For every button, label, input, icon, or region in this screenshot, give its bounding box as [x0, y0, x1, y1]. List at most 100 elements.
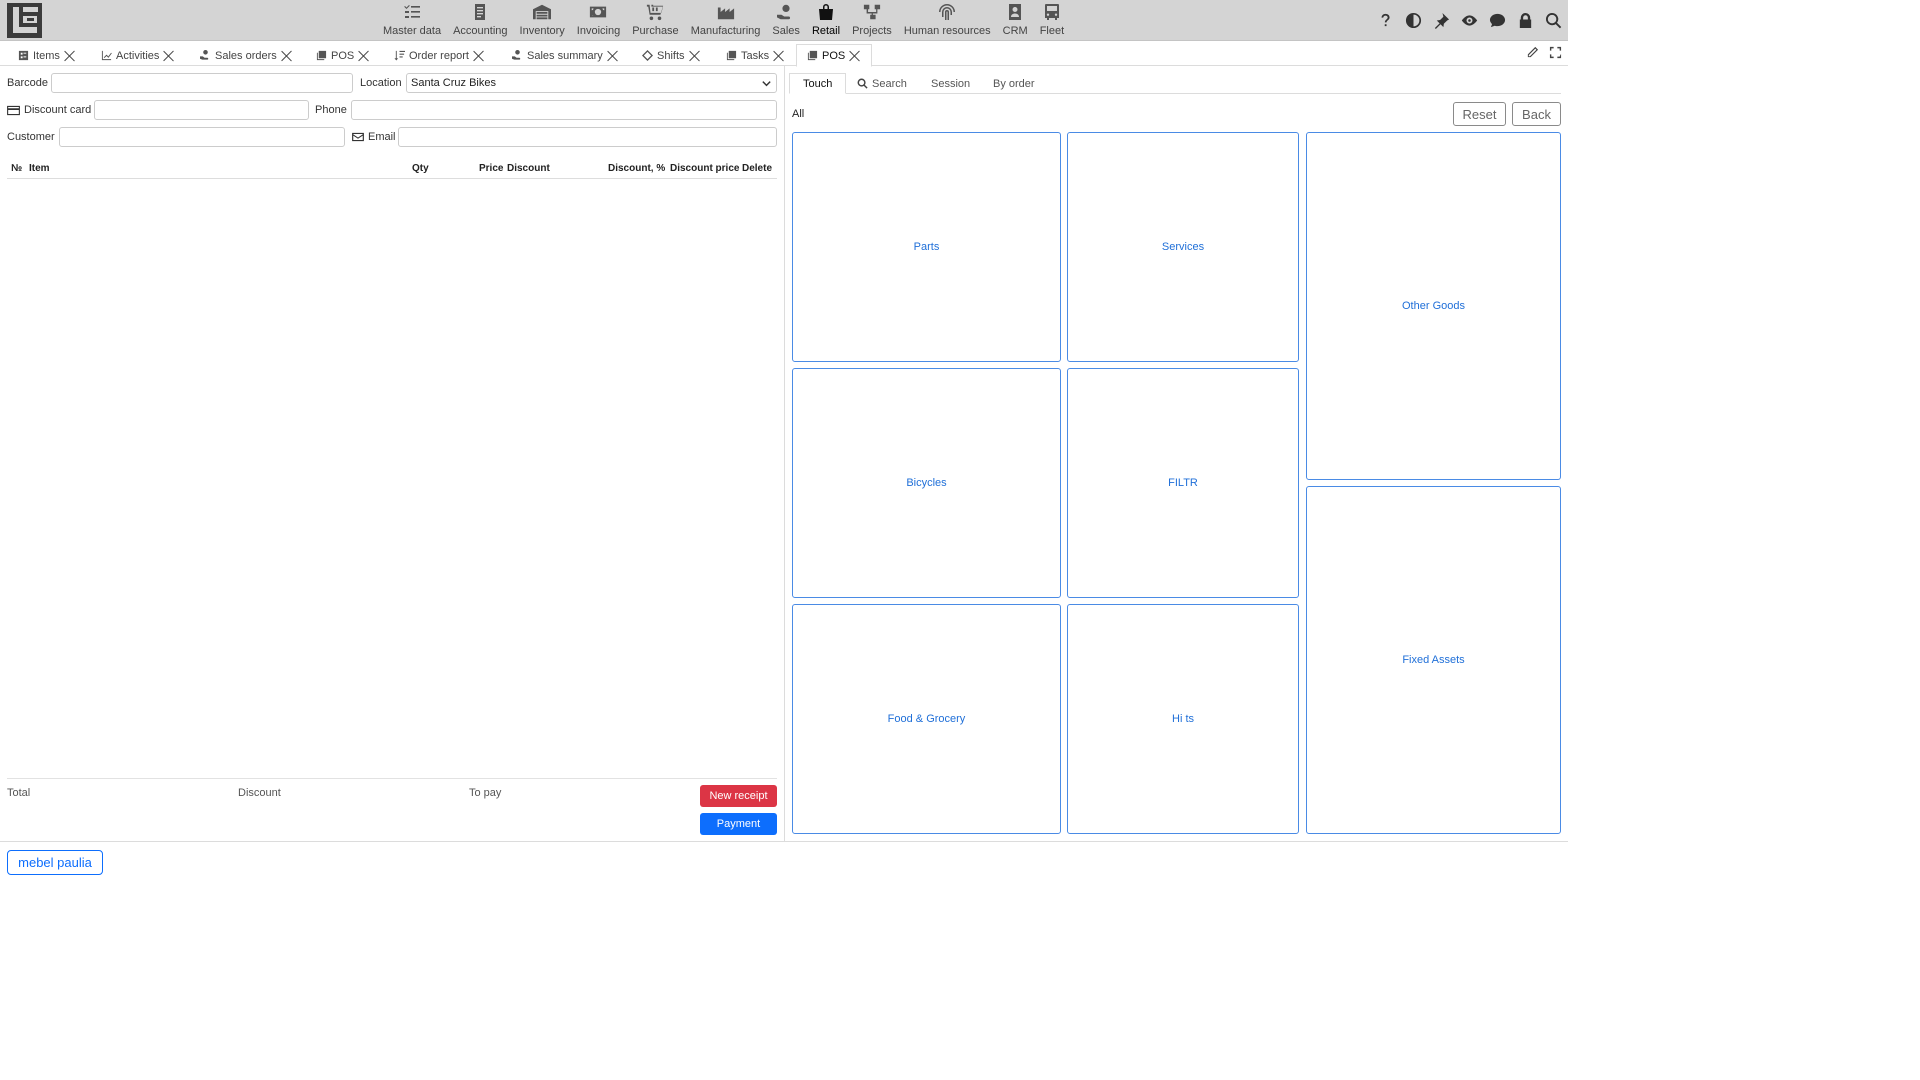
category-tile-filtr[interactable]: FILTR	[1067, 368, 1299, 598]
nav-label: Accounting	[453, 25, 508, 37]
items-icon	[18, 50, 29, 61]
copy-icon	[726, 50, 737, 61]
nav-accounting[interactable]: Accounting	[447, 0, 513, 41]
close-icon[interactable]	[607, 50, 619, 62]
close-icon[interactable]	[64, 50, 76, 62]
category-tile-fixed-assets[interactable]: Fixed Assets	[1306, 486, 1561, 834]
col-price: Price	[479, 163, 504, 174]
new-receipt-button[interactable]: New receipt	[700, 785, 777, 807]
category-tile-food-grocery[interactable]: Food & Grocery	[792, 604, 1061, 834]
close-icon[interactable]	[849, 50, 861, 62]
tab-touch[interactable]: Touch	[789, 73, 847, 94]
header-tools	[1376, 10, 1562, 30]
back-button[interactable]: Back	[1512, 102, 1561, 126]
tab-pos[interactable]: POS	[316, 45, 370, 66]
location-value: Santa Cruz Bikes	[411, 77, 496, 89]
lock-icon[interactable]	[1516, 10, 1534, 30]
user-button[interactable]: mebel paulia	[7, 850, 103, 875]
nav-label: Retail	[811, 25, 841, 37]
ledger-icon	[475, 4, 486, 20]
factory-icon	[717, 7, 734, 20]
tab-items[interactable]: Items	[18, 45, 76, 66]
help-icon[interactable]	[1376, 10, 1394, 30]
col-discount-percent: Discount, %	[608, 163, 666, 174]
nav-master-data[interactable]: Master data	[377, 0, 447, 41]
category-tile-parts[interactable]: Parts	[792, 132, 1061, 362]
discount-card-label: Discount card	[24, 104, 92, 116]
search-icon[interactable]	[1544, 10, 1562, 30]
col-delete: Delete	[742, 163, 773, 174]
discount-card-input[interactable]	[94, 100, 309, 120]
category-tile-services[interactable]: Services	[1067, 132, 1299, 362]
nav-inventory[interactable]: Inventory	[514, 0, 571, 41]
category-tile-other-goods[interactable]: Other Goods	[1306, 132, 1561, 480]
copy-icon	[316, 50, 327, 61]
reset-button[interactable]: Reset	[1453, 102, 1506, 126]
tab-tasks[interactable]: Tasks	[726, 45, 785, 66]
nav-human-resources[interactable]: Human resources	[898, 0, 997, 41]
contact-card-icon	[1009, 4, 1022, 20]
tab-activities[interactable]: Activities	[101, 45, 175, 66]
divider	[0, 841, 1568, 842]
nav-retail[interactable]: Retail	[806, 0, 846, 41]
location-select[interactable]: Santa Cruz Bikes	[406, 73, 777, 93]
module-nav: Master data Accounting Inventory Invoici…	[377, 0, 1070, 41]
tab-by-order[interactable]: By order	[993, 73, 1035, 94]
tab-shifts[interactable]: Shifts	[642, 45, 701, 66]
email-input[interactable]	[398, 127, 777, 147]
envelope-icon	[352, 132, 364, 142]
payment-button[interactable]: Payment	[700, 813, 777, 835]
breadcrumb[interactable]: All	[792, 108, 804, 120]
tab-label: Activities	[116, 49, 160, 62]
barcode-input[interactable]	[51, 73, 353, 93]
nav-fleet[interactable]: Fleet	[1034, 0, 1070, 41]
app-logo-icon[interactable]	[7, 3, 42, 38]
list-check-icon	[404, 5, 421, 18]
col-discount-price: Discount price	[670, 163, 740, 174]
pin-icon[interactable]	[1432, 10, 1450, 30]
sort-icon	[394, 50, 405, 61]
nav-purchase[interactable]: Purchase	[626, 0, 684, 41]
close-icon[interactable]	[473, 50, 485, 62]
tab-sales-summary[interactable]: Sales summary	[512, 45, 619, 66]
nav-invoicing[interactable]: Invoicing	[571, 0, 626, 41]
chevron-down-icon	[762, 80, 771, 86]
pencil-icon[interactable]	[1526, 46, 1539, 59]
discount-total-label: Discount	[238, 787, 281, 799]
nav-projects[interactable]: Projects	[846, 0, 898, 41]
tab-order-report[interactable]: Order report	[394, 45, 485, 66]
tab-session[interactable]: Session	[931, 73, 970, 94]
nav-crm[interactable]: CRM	[997, 0, 1034, 41]
chart-line-icon	[101, 50, 112, 61]
nav-label: Sales	[772, 25, 800, 37]
category-tile-hi-ts[interactable]: Hi ts	[1067, 604, 1299, 834]
pos-mode-tabs: Touch Search Session By order	[789, 73, 1561, 94]
close-icon[interactable]	[281, 50, 293, 62]
close-icon[interactable]	[163, 50, 175, 62]
chat-icon[interactable]	[1488, 10, 1506, 30]
nav-sales[interactable]: Sales	[766, 0, 806, 41]
close-icon[interactable]	[358, 50, 370, 62]
email-label-group: Email	[352, 131, 396, 143]
document-tabs: Items Activities Sales orders POS Order …	[0, 41, 1568, 67]
tab-pos-active[interactable]: POS	[796, 44, 873, 67]
contrast-icon[interactable]	[1404, 10, 1422, 30]
close-icon[interactable]	[689, 50, 701, 62]
phone-input[interactable]	[351, 100, 777, 120]
fullscreen-icon[interactable]	[1549, 46, 1562, 59]
category-tile-bicycles[interactable]: Bicycles	[792, 368, 1061, 598]
nav-manufacturing[interactable]: Manufacturing	[685, 0, 767, 41]
tab-label: Tasks	[741, 49, 770, 62]
eye-icon[interactable]	[1460, 10, 1478, 30]
warehouse-icon	[533, 4, 552, 20]
shopping-bag-icon	[819, 4, 833, 20]
phone-label: Phone	[315, 104, 347, 116]
hand-coin-icon	[512, 50, 521, 60]
customer-input[interactable]	[59, 127, 345, 147]
tab-sales-orders[interactable]: Sales orders	[200, 45, 293, 66]
tab-label: POS	[331, 49, 355, 62]
email-label: Email	[368, 131, 396, 143]
nav-label: Purchase	[632, 25, 679, 37]
tab-search[interactable]: Search	[857, 73, 907, 94]
close-icon[interactable]	[773, 50, 785, 62]
